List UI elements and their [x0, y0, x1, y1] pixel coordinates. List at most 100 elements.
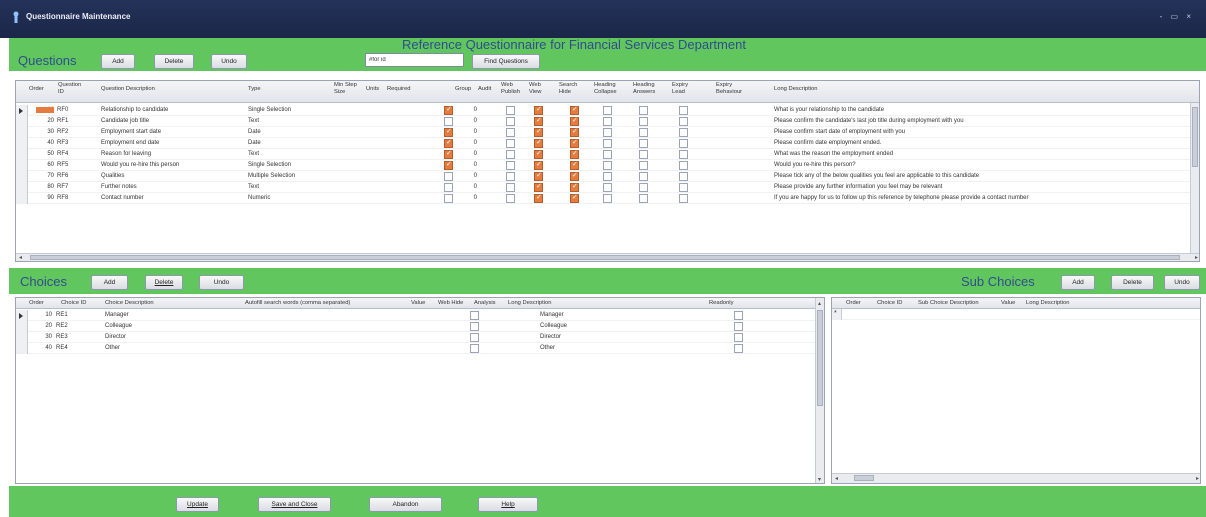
checkbox-web-hide[interactable]: [470, 333, 479, 342]
save-and-close-button[interactable]: Save and Close: [258, 497, 331, 512]
checkbox-required[interactable]: [444, 117, 453, 126]
checkbox-readonly[interactable]: [734, 344, 743, 353]
cell-desc[interactable]: Further notes: [101, 184, 137, 190]
row-selector[interactable]: [16, 105, 28, 116]
cell-order[interactable]: 30: [34, 334, 52, 340]
question-row[interactable]: 90RF8 Contact number Numeric 0 If you are ha…: [16, 193, 1199, 204]
cell-type[interactable]: Single Selection: [248, 107, 291, 113]
cell-qid[interactable]: RF5: [57, 162, 68, 168]
col-order[interactable]: Order: [29, 86, 44, 93]
cell-long[interactable]: Please confirm the candidate's last job …: [774, 118, 964, 124]
checkbox-headanswers[interactable]: [679, 150, 688, 159]
checkbox-webpublish[interactable]: [534, 105, 543, 115]
cell-group[interactable]: 0: [469, 140, 477, 146]
col-search-hide[interactable]: Search Hide: [559, 82, 577, 96]
row-selector[interactable]: [16, 160, 28, 171]
checkbox-searchhide[interactable]: [603, 128, 612, 137]
checkbox-audit[interactable]: [506, 172, 515, 181]
cell-desc[interactable]: Candidate job title: [101, 118, 149, 124]
cell-order[interactable]: 30: [36, 129, 54, 135]
subchoices-undo-button[interactable]: Undo: [1164, 275, 1200, 290]
checkbox-webview[interactable]: [570, 171, 579, 181]
find-questions-button[interactable]: Find Questions: [472, 54, 540, 69]
cell-type[interactable]: Single Selection: [248, 162, 291, 168]
subchoices-add-button[interactable]: Add: [1061, 275, 1095, 290]
cell-order[interactable]: 50: [36, 151, 54, 157]
cell-desc[interactable]: Manager: [105, 312, 129, 318]
checkbox-web-hide[interactable]: [470, 311, 479, 320]
cell-desc[interactable]: Qualities: [101, 173, 124, 179]
cell-order[interactable]: 20: [36, 118, 54, 124]
checkbox-searchhide[interactable]: [603, 150, 612, 159]
checkbox-searchhide[interactable]: [603, 194, 612, 203]
cell-qid[interactable]: RF2: [57, 129, 68, 135]
checkbox-headcollapse[interactable]: [639, 183, 648, 192]
col-long-description[interactable]: Long Description: [774, 86, 818, 93]
checkbox-webpublish[interactable]: [534, 171, 543, 181]
cell-long[interactable]: Please confirm start date of employment …: [774, 129, 905, 135]
cell-qid[interactable]: RF0: [57, 107, 68, 113]
checkbox-headanswers[interactable]: [679, 117, 688, 126]
choices-delete-button[interactable]: Delete: [145, 275, 183, 290]
col-analysis[interactable]: Analysis: [474, 300, 496, 307]
checkbox-required[interactable]: [444, 127, 453, 137]
checkbox-audit[interactable]: [506, 150, 515, 159]
cell-desc[interactable]: Director: [105, 334, 126, 340]
checkbox-webpublish[interactable]: [534, 182, 543, 192]
checkbox-headanswers[interactable]: [679, 172, 688, 181]
col-min-step-size[interactable]: Min Step Size: [334, 82, 357, 96]
cell-cid[interactable]: RE3: [56, 334, 68, 340]
col-expiry-behaviour[interactable]: Expiry Behaviour: [716, 82, 742, 96]
col-sub-choice-description[interactable]: Sub Choice Description: [918, 300, 979, 307]
cell-group[interactable]: 0: [469, 118, 477, 124]
cell-group[interactable]: 0: [469, 184, 477, 190]
checkbox-audit[interactable]: [506, 117, 515, 126]
cell-long[interactable]: Please provide any further information y…: [774, 184, 942, 190]
checkbox-audit[interactable]: [506, 183, 515, 192]
cell-qid[interactable]: RF3: [57, 140, 68, 146]
cell-qid[interactable]: RF6: [57, 173, 68, 179]
cell-desc[interactable]: Relationship to candidate: [101, 107, 168, 113]
checkbox-webview[interactable]: [570, 193, 579, 203]
checkbox-audit[interactable]: [506, 194, 515, 203]
cell-group[interactable]: 0: [469, 195, 477, 201]
cell-long[interactable]: Manager: [540, 312, 564, 318]
cell-qid[interactable]: RF8: [57, 195, 68, 201]
cell-long[interactable]: Director: [540, 334, 561, 340]
questions-undo-button[interactable]: Undo: [211, 54, 247, 69]
col-autofill[interactable]: Autofill search words (comma separated): [245, 300, 350, 307]
col-readonly[interactable]: Readonly: [709, 300, 734, 307]
cell-qid[interactable]: RF7: [57, 184, 68, 190]
checkbox-headcollapse[interactable]: [639, 139, 648, 148]
checkbox-web-hide[interactable]: [470, 344, 479, 353]
checkbox-webview[interactable]: [570, 138, 579, 148]
scroll-right-icon[interactable]: ▸: [1195, 254, 1198, 261]
cell-order[interactable]: 40: [36, 140, 54, 146]
question-row[interactable]: 30RF2 Employment start date Date 0 Please co…: [16, 127, 1199, 138]
cell-order[interactable]: 20: [34, 323, 52, 329]
cell-desc[interactable]: Contact number: [101, 195, 144, 201]
questions-hscroll[interactable]: ◂ ▸: [16, 253, 1199, 261]
col-required[interactable]: Required: [387, 86, 411, 93]
subchoices-delete-button[interactable]: Delete: [1111, 275, 1154, 290]
col-choice-id[interactable]: Choice ID: [61, 300, 86, 307]
choices-add-button[interactable]: Add: [91, 275, 128, 290]
checkbox-searchhide[interactable]: [603, 161, 612, 170]
checkbox-audit[interactable]: [506, 161, 515, 170]
question-row[interactable]: 70RF6 Qualities Multiple Selection 0 Please …: [16, 171, 1199, 182]
col-sub-choice-id[interactable]: Choice ID: [877, 300, 902, 307]
cell-desc[interactable]: Reason for leaving: [101, 151, 151, 157]
checkbox-headcollapse[interactable]: [639, 128, 648, 137]
checkbox-headanswers[interactable]: [679, 161, 688, 170]
row-selector[interactable]: [16, 138, 28, 149]
checkbox-webview[interactable]: [570, 149, 579, 159]
cell-type[interactable]: Date: [248, 129, 261, 135]
window-controls[interactable]: - ▭ ×: [1160, 12, 1194, 21]
checkbox-headcollapse[interactable]: [639, 117, 648, 126]
checkbox-searchhide[interactable]: [603, 139, 612, 148]
cell-order[interactable]: 40: [34, 345, 52, 351]
cell-group[interactable]: 0: [469, 173, 477, 179]
cell-type[interactable]: Numeric: [248, 195, 270, 201]
row-selector[interactable]: [16, 321, 28, 332]
col-group[interactable]: Group: [455, 86, 471, 93]
